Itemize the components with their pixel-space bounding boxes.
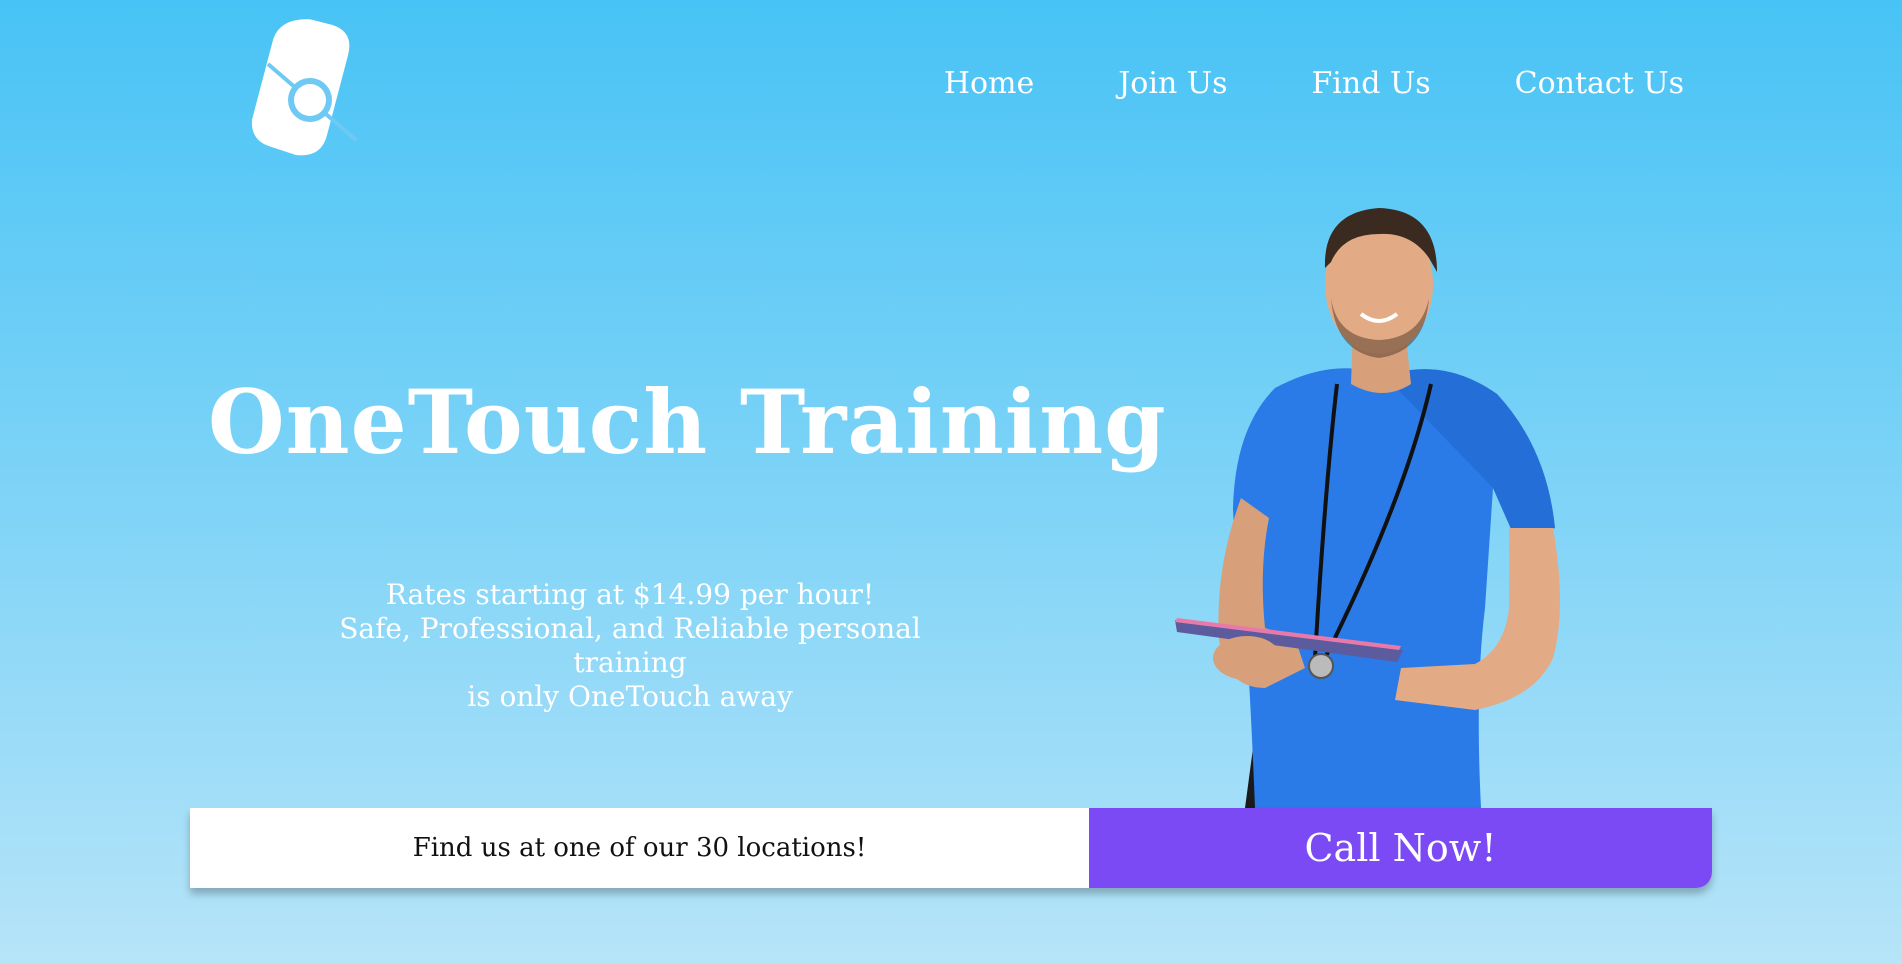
tagline-line-rates: Rates starting at $14.99 per hour! [385, 578, 875, 611]
logo-icon[interactable] [210, 12, 410, 168]
main-nav: Home Join Us Find Us Contact Us [944, 66, 1684, 101]
call-now-button[interactable]: Call Now! [1089, 808, 1712, 888]
nav-find-us-link[interactable]: Find Us [1311, 66, 1430, 101]
nav-contact-us-link[interactable]: Contact Us [1515, 66, 1684, 101]
hero-tagline: Rates starting at $14.99 per hour! Safe,… [280, 578, 980, 714]
nav-join-us-link[interactable]: Join Us [1118, 66, 1227, 101]
tagline-line-slogan: is only OneTouch away [467, 680, 793, 713]
hero-title: OneTouch Training [208, 370, 1167, 474]
tagline-line-qualities: Safe, Professional, and Reliable persona… [339, 612, 921, 679]
cta-bar: Find us at one of our 30 locations! Call… [190, 808, 1712, 888]
trainer-photo [1175, 208, 1560, 808]
locations-banner[interactable]: Find us at one of our 30 locations! [190, 808, 1089, 888]
nav-home-link[interactable]: Home [944, 66, 1034, 101]
